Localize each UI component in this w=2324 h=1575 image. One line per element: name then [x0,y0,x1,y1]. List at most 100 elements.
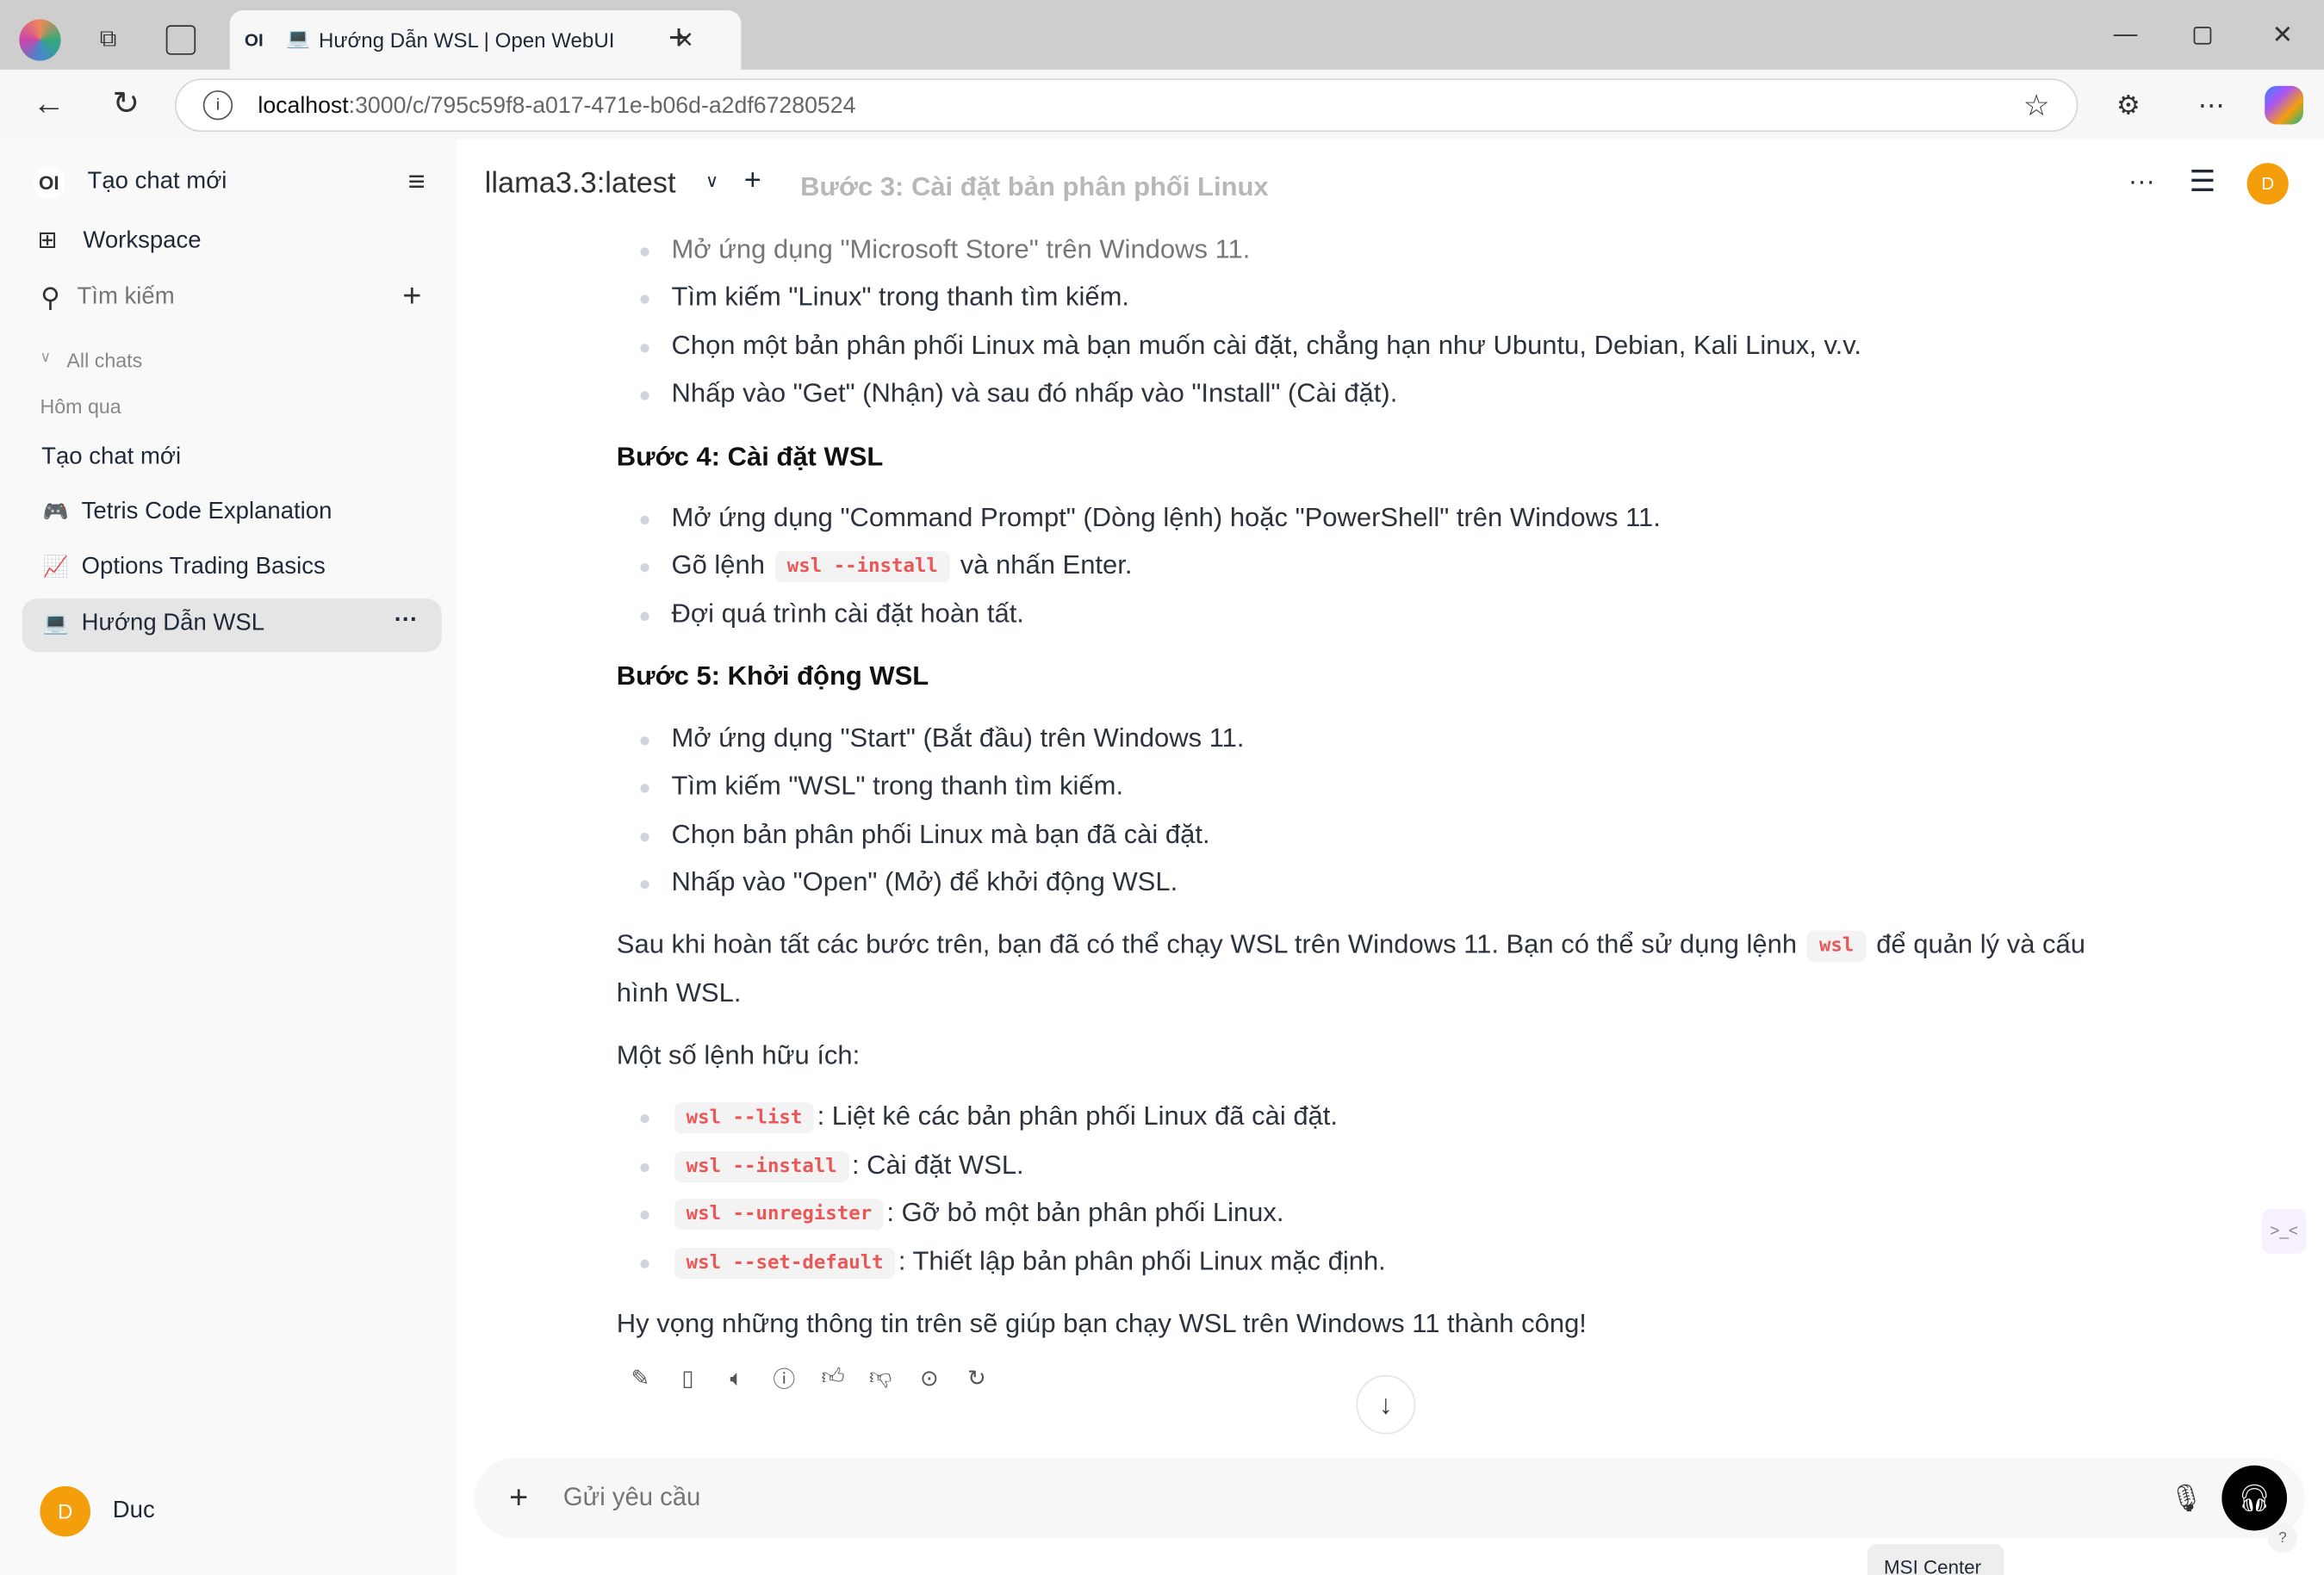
text: Gõ lệnh [671,549,765,580]
favorite-star-icon[interactable]: ☆ [2020,89,2053,122]
continue-icon[interactable]: ⊙ [915,1363,944,1392]
user-name[interactable]: Duc [113,1498,155,1525]
list-item: Tìm kiếm "WSL" trong thanh tìm kiếm. [640,770,1124,801]
regenerate-icon[interactable]: ↻ [962,1363,991,1392]
inline-code: wsl --install [775,551,950,583]
minimize-icon[interactable]: — [2108,18,2143,53]
closing-paragraph: Hy vọng những thông tin trên sẽ giúp bạn… [616,1308,1587,1338]
list-item: Gõ lệnh wsl --install và nhấn Enter. [640,549,1133,583]
add-attachment-icon[interactable]: + [501,1479,537,1516]
add-model-icon[interactable]: + [744,164,761,199]
chat-item-label: Tetris Code Explanation [81,499,332,525]
workspace-link[interactable]: Workspace [83,228,201,255]
tab-title: Hướng Dẫn WSL | Open WebUI [318,28,615,53]
edit-icon[interactable]: ✎ [625,1363,655,1392]
faded-heading: Bước 3: Cài đặt bản phân phối Linux [800,171,1269,202]
chat-item-label: Hướng Dẫn WSL [81,610,265,636]
inline-code: wsl --install [674,1150,849,1183]
controls-icon[interactable]: ☰ [2189,163,2215,200]
message-input[interactable] [562,1479,2046,1516]
search-icon: ⚲ [40,282,60,313]
list-item: Mở ứng dụng "Microsoft Store" trên Windo… [640,233,1251,264]
list-item: Đợi quá trình cài đặt hoàn tất. [640,598,1024,629]
chat-item[interactable]: 🎮 Tetris Code Explanation [22,487,442,541]
copy-icon[interactable]: ▯ [673,1363,702,1392]
extensions-icon[interactable]: ⚙ [2110,88,2146,123]
url-field[interactable]: i localhost:3000/c/795c59f8-a017-471e-b0… [175,78,2079,133]
close-window-icon[interactable]: ✕ [2265,18,2300,53]
read-aloud-icon[interactable]: 🔈︎ [722,1363,751,1392]
list-item: wsl --unregister: Gỡ bỏ một bản phân phố… [640,1197,1284,1231]
voice-mode-button[interactable]: 🎧︎ [2221,1465,2288,1531]
info-icon[interactable]: i [202,90,233,121]
chat-item-active[interactable]: 💻 Hướng Dẫn WSL ··· [22,598,442,653]
copilot-icon[interactable] [2265,85,2303,125]
inline-code: wsl --set-default [674,1247,896,1279]
text: : Cài đặt WSL. [851,1150,1024,1180]
list-item: Nhấp vào "Open" (Mở) để khởi động WSL. [640,866,1178,897]
url-text: localhost:3000/c/795c59f8-a017-471e-b06d… [258,93,855,120]
chat-item-label: Options Trading Basics [81,554,326,580]
url-path: :3000/c/795c59f8-a017-471e-b06d-a2df6728… [348,93,856,119]
chat-item-label: Tạo chat mới [41,444,182,470]
inline-code: wsl [1807,930,1867,962]
collections-icon[interactable]: ⧉ [92,24,125,57]
back-icon[interactable]: ← [29,84,68,123]
paragraph: Một số lệnh hữu ích: [616,1039,861,1070]
info-icon[interactable]: ⓘ [769,1363,798,1392]
chevron-down-icon[interactable]: ∨ [705,171,718,191]
avatar[interactable]: D [40,1485,90,1537]
taskbar-tooltip: MSI Center [1867,1543,2004,1575]
more-menu-icon[interactable]: ⋯ [2194,88,2229,123]
list-item: Mở ứng dụng "Start" (Bắt đầu) trên Windo… [640,722,1245,753]
chat-item[interactable]: 📈 Options Trading Basics [22,543,442,596]
refresh-icon[interactable]: ↻ [107,84,146,123]
model-selector[interactable]: llama3.3:latest [485,167,676,202]
tooltip-text: MSI Center [1884,1555,1982,1575]
list-item: Tìm kiếm "Linux" trong thanh tìm kiếm. [640,281,1129,312]
text: Sau khi hoàn tất các bước trên, bạn đã c… [616,928,1798,959]
scroll-down-button[interactable]: ↓ [1356,1374,1416,1435]
inline-code: wsl --unregister [674,1199,884,1231]
chart-icon: 📈 [42,554,69,579]
all-chats-toggle[interactable]: All chats [66,350,142,372]
list-item: Nhấp vào "Get" (Nhận) và sau đó nhấp vào… [640,377,1398,408]
message-input-bar: + 🎙︎ 🎧︎ [474,1458,2305,1539]
search-input[interactable] [77,281,374,314]
game-controller-icon: 🎮 [42,499,69,524]
summary-paragraph: Sau khi hoàn tất các bước trên, bạn đã c… [616,928,2085,962]
vertical-tabs-icon[interactable] [165,25,196,55]
group-label: Hôm qua [40,395,121,419]
text: : Thiết lập bản phân phối Linux mặc định… [898,1246,1386,1276]
text: : Gỡ bỏ một bản phân phối Linux. [886,1197,1284,1227]
avatar[interactable]: D [2246,163,2289,205]
new-chat-button[interactable]: Tạo chat mới [88,169,227,195]
summary-paragraph-line: hình WSL. [616,977,742,1008]
chat-main: llama3.3:latest ∨ + ··· ☰ D Bước 3: Cài … [456,139,2324,1575]
list-item: Chọn một bản phân phối Linux mà bạn muốn… [640,330,1862,361]
thumbs-down-icon[interactable]: 👎︎ [866,1363,895,1392]
list-item: Chọn bản phân phối Linux mà bạn đã cài đ… [640,819,1210,849]
chat-header: llama3.3:latest ∨ + ··· ☰ D [456,139,2324,223]
profile-avatar[interactable] [19,19,61,61]
list-item: wsl --list: Liệt kê các bản phân phối Li… [640,1101,1338,1134]
workspace-icon: ⊞ [37,227,58,254]
list-item: wsl --set-default: Thiết lập bản phân ph… [640,1246,1386,1279]
chevron-down-icon[interactable]: ∨ [40,350,51,366]
computer-icon: 💻 [42,610,69,635]
new-tab-icon[interactable]: + [661,18,696,58]
text: và nhấn Enter. [960,549,1133,580]
chat-item[interactable]: Tạo chat mới [22,432,442,486]
thumbs-up-icon[interactable]: 👍︎ [818,1363,848,1392]
openwebui-favicon: OI [244,29,264,51]
maximize-icon[interactable] [2188,21,2217,50]
more-options-icon[interactable]: ··· [395,607,419,634]
list-item: Mở ứng dụng "Command Prompt" (Dòng lệnh)… [640,502,1661,532]
sidebar-toggle-icon[interactable]: ≡ [401,165,433,199]
computer-icon: 💻 [286,26,310,49]
code-interpreter-icon[interactable]: >_< [2261,1209,2307,1254]
more-icon[interactable]: ··· [2128,166,2155,197]
help-icon[interactable]: ? [2267,1522,2298,1553]
microphone-icon[interactable]: 🎙︎ [2168,1479,2203,1517]
add-icon[interactable]: + [395,277,428,314]
